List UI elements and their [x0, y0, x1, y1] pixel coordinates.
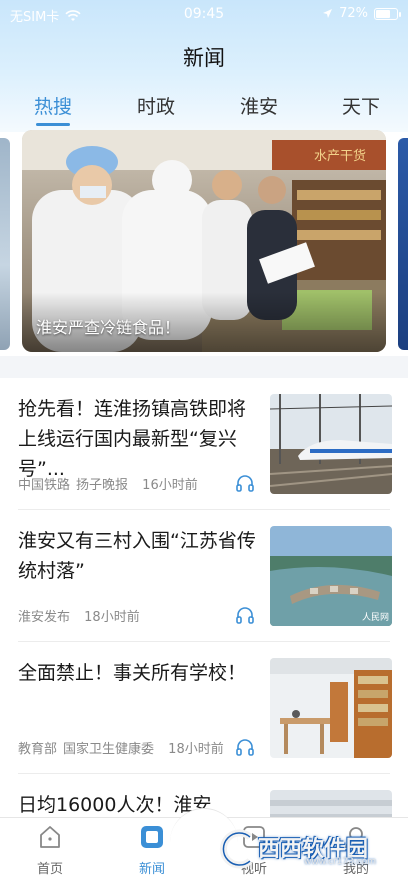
news-source: 国家卫生健康委 — [63, 742, 155, 757]
location-arrow-icon — [323, 9, 333, 18]
nav-home[interactable]: 首页 — [20, 824, 80, 877]
tab-world[interactable]: 天下 — [342, 92, 380, 119]
section-divider — [0, 356, 408, 378]
tab-hot[interactable]: 热搜 — [34, 92, 72, 119]
news-thumbnail — [270, 394, 392, 494]
header-area: 无SIM卡 09:45 72% 新闻 热搜 时政 淮安 天下 — [0, 0, 408, 132]
battery-percent: 72% — [339, 6, 368, 21]
tab-huaian[interactable]: 淮安 — [240, 92, 278, 119]
news-source: 教育部 — [18, 742, 58, 757]
banner-next-peek[interactable] — [398, 138, 408, 350]
news-source: 扬子晚报 — [76, 478, 129, 493]
watermark-url: www.cr173.com — [304, 857, 377, 867]
status-bar: 无SIM卡 09:45 72% — [0, 0, 408, 30]
news-item[interactable]: 淮安又有三村入围“江苏省传统村落” 淮安发布 18小时前 人民网 — [0, 510, 408, 642]
battery-icon — [374, 7, 401, 20]
home-icon — [40, 826, 60, 848]
news-time: 18小时前 — [168, 742, 224, 757]
banner-caption: 淮安严查冷链食品！ — [36, 318, 181, 337]
news-icon — [141, 826, 163, 848]
site-watermark: 西西软件园 www.cr173.com — [214, 825, 386, 873]
watermark-logo-icon — [219, 829, 253, 869]
svg-text:人民网: 人民网 — [362, 612, 389, 623]
train-thumbnail — [270, 394, 392, 494]
battery-level — [376, 9, 390, 18]
news-time: 18小时前 — [84, 610, 140, 625]
news-item[interactable]: 抢先看！连淮扬镇高铁即将上线运行国内最新型“复兴号”... 中国铁路 扬子晚报 1… — [0, 378, 408, 510]
headphones-icon[interactable] — [235, 738, 255, 756]
news-meta: 淮安发布 18小时前 — [18, 606, 146, 625]
news-thumbnail — [270, 658, 392, 758]
banner-prev-peek[interactable] — [0, 138, 10, 350]
news-title: 全面禁止！事关所有学校！ — [18, 662, 247, 684]
nav-news-label: 新闻 — [138, 862, 165, 877]
news-time: 16小时前 — [142, 478, 198, 493]
headphones-icon[interactable] — [235, 474, 255, 492]
bottom-nav: 首页 新闻 视听 我的 西西软件园 www.cr173.com — [0, 808, 408, 883]
news-item[interactable]: 全面禁止！事关所有学校！ 教育部 国家卫生健康委 18小时前 — [0, 642, 408, 774]
banner-slide[interactable]: 水产干货 淮安严查冷链食品！ — [22, 130, 386, 352]
news-source: 淮安发布 — [18, 610, 71, 625]
nav-home-label: 首页 — [36, 862, 63, 877]
news-meta: 中国铁路 扬子晚报 16小时前 — [18, 474, 204, 493]
news-source: 中国铁路 — [18, 478, 71, 493]
village-thumbnail: 人民网 — [270, 526, 392, 626]
banner-carousel[interactable]: 水产干货 淮安严查冷链食品！ — [0, 130, 408, 354]
news-thumbnail: 人民网 — [270, 526, 392, 626]
news-meta: 教育部 国家卫生健康委 18小时前 — [18, 738, 230, 757]
headphones-icon[interactable] — [235, 606, 255, 624]
news-title: 淮安又有三村入围“江苏省传统村落” — [18, 530, 256, 582]
tab-politics[interactable]: 时政 — [137, 92, 175, 119]
tab-active-indicator — [36, 123, 70, 126]
page-title: 新闻 — [183, 46, 225, 70]
category-tabs: 热搜 时政 淮安 天下 — [0, 92, 408, 126]
svg-text:水产干货: 水产干货 — [314, 148, 366, 164]
library-thumbnail — [270, 658, 392, 758]
nav-news[interactable]: 新闻 — [122, 824, 182, 877]
news-title: 抢先看！连淮扬镇高铁即将上线运行国内最新型“复兴号”... — [18, 398, 247, 480]
